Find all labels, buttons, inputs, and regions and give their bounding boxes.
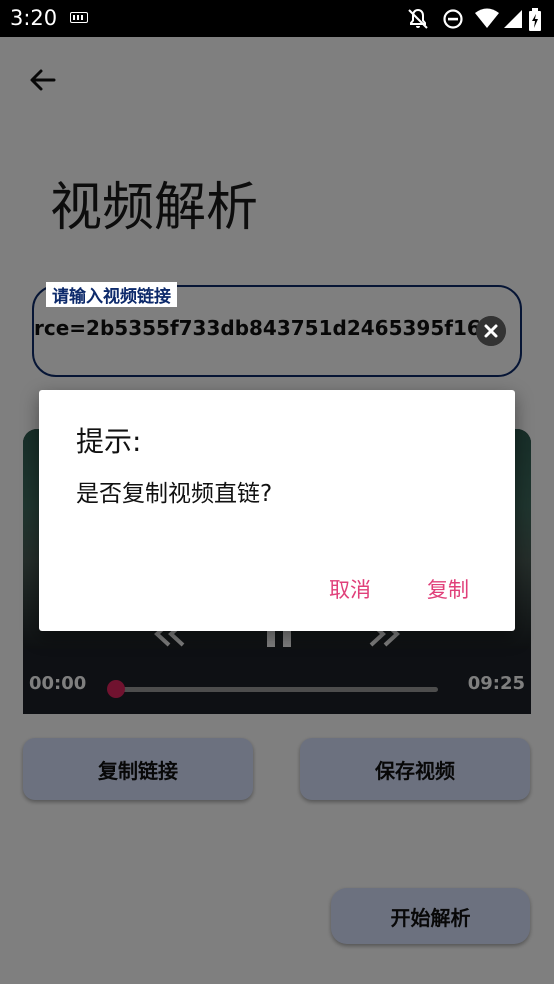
- clear-input-button[interactable]: [476, 316, 506, 346]
- dialog-cancel-button[interactable]: 取消: [329, 574, 371, 604]
- notifications-off-icon: [408, 8, 428, 29]
- wifi-icon: [475, 8, 499, 28]
- dialog-title: 提示:: [76, 425, 142, 458]
- dialog-copy-button[interactable]: 复制: [427, 574, 469, 604]
- dialog-message: 是否复制视频直链?: [76, 481, 273, 507]
- status-time: 3:20: [10, 6, 58, 30]
- cell-signal-icon: [504, 10, 522, 28]
- url-input-label: 请输入视频链接: [46, 282, 177, 307]
- battery-charging-icon: [529, 8, 541, 31]
- alert-dialog: 提示: 是否复制视频直链? 取消 复制: [39, 390, 515, 631]
- do-not-disturb-icon: [443, 9, 463, 29]
- keyboard-icon: [70, 12, 88, 23]
- status-bar: 3:20: [0, 0, 554, 37]
